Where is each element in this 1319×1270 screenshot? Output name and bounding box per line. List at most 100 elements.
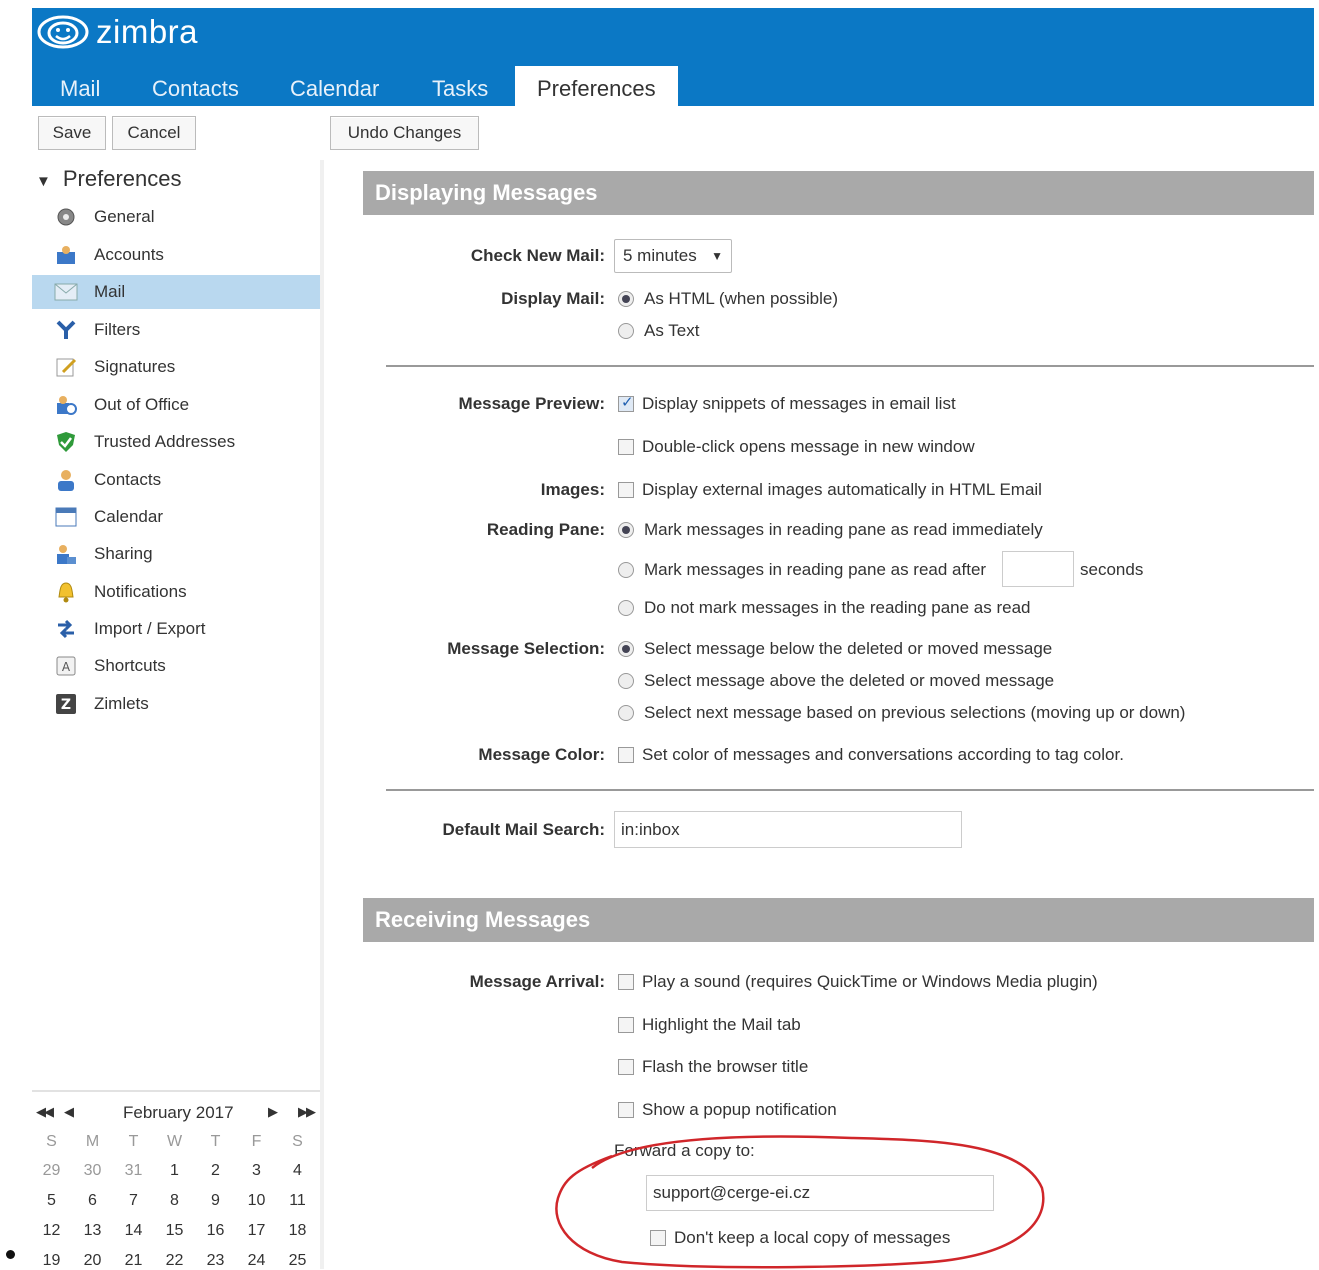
- default-mail-search-input[interactable]: in:inbox: [614, 811, 962, 848]
- undo-changes-button[interactable]: Undo Changes: [330, 116, 479, 150]
- save-button[interactable]: Save: [38, 116, 106, 150]
- sidebar-item-accounts[interactable]: Accounts: [32, 238, 320, 272]
- cancel-button[interactable]: Cancel: [112, 116, 196, 150]
- flash-title-checkbox[interactable]: Flash the browser title: [618, 1057, 808, 1077]
- calendar-day[interactable]: 7: [113, 1192, 154, 1210]
- sidebar-item-general[interactable]: General: [32, 200, 320, 234]
- calendar-day[interactable]: 1: [154, 1162, 195, 1180]
- checkbox-icon[interactable]: [618, 747, 634, 763]
- sidebar-item-mail[interactable]: Mail: [32, 275, 320, 309]
- next-year-icon[interactable]: ▶▶: [298, 1104, 316, 1120]
- next-month-icon[interactable]: ▶: [268, 1104, 278, 1120]
- radio-icon[interactable]: [618, 323, 634, 339]
- calendar-day[interactable]: 8: [154, 1192, 195, 1210]
- prev-year-icon[interactable]: ◀◀: [36, 1104, 54, 1120]
- sidebar-item-signatures[interactable]: Signatures: [32, 350, 320, 384]
- tag-color-checkbox[interactable]: Set color of messages and conversations …: [618, 745, 1124, 765]
- sidebar-item-label: Out of Office: [94, 395, 190, 414]
- sidebar-item-sharing[interactable]: Sharing: [32, 537, 320, 571]
- checkbox-icon[interactable]: [618, 1102, 634, 1118]
- sidebar-item-notifications[interactable]: Notifications: [32, 575, 320, 609]
- radio-selected-icon[interactable]: [618, 522, 634, 538]
- out-of-office-icon: [54, 393, 78, 417]
- collapse-triangle-icon[interactable]: ▼: [36, 173, 51, 190]
- display-text-radio[interactable]: As Text: [618, 321, 699, 341]
- zimbra-logo[interactable]: zimbra: [36, 12, 198, 52]
- radio-selected-icon[interactable]: [618, 641, 634, 657]
- sidebar-item-calendar[interactable]: Calendar: [32, 500, 320, 534]
- radio-icon[interactable]: [618, 673, 634, 689]
- mini-calendar-week: 19 20 21 22 23 24 25: [31, 1252, 318, 1270]
- calendar-day[interactable]: 19: [31, 1252, 72, 1270]
- checkbox-icon[interactable]: [618, 974, 634, 990]
- highlight-mail-tab-checkbox[interactable]: Highlight the Mail tab: [618, 1015, 801, 1035]
- calendar-day[interactable]: 6: [72, 1192, 113, 1210]
- calendar-day[interactable]: 24: [236, 1252, 277, 1270]
- radio-icon[interactable]: [618, 705, 634, 721]
- calendar-day[interactable]: 5: [31, 1192, 72, 1210]
- display-html-radio[interactable]: As HTML (when possible): [618, 289, 838, 309]
- tab-calendar[interactable]: Calendar: [290, 72, 379, 106]
- section-divider: [386, 365, 1314, 367]
- external-images-checkbox[interactable]: Display external images automatically in…: [618, 480, 1042, 500]
- sidebar-item-import-export[interactable]: Import / Export: [32, 612, 320, 646]
- tab-tasks[interactable]: Tasks: [432, 72, 488, 106]
- calendar-day[interactable]: 22: [154, 1252, 195, 1270]
- calendar-day[interactable]: 23: [195, 1252, 236, 1270]
- sidebar-item-zimlets[interactable]: Z Zimlets: [32, 687, 320, 721]
- calendar-day[interactable]: 17: [236, 1222, 277, 1240]
- sidebar-item-shortcuts[interactable]: A Shortcuts: [32, 649, 320, 683]
- calendar-day[interactable]: 13: [72, 1222, 113, 1240]
- radio-icon[interactable]: [618, 562, 634, 578]
- calendar-day[interactable]: 3: [236, 1162, 277, 1180]
- checkbox-icon[interactable]: [618, 482, 634, 498]
- prev-month-icon[interactable]: ◀: [64, 1104, 74, 1120]
- select-below-radio[interactable]: Select message below the deleted or move…: [618, 639, 1052, 659]
- sidebar-item-filters[interactable]: Filters: [32, 313, 320, 347]
- select-above-radio[interactable]: Select message above the deleted or move…: [618, 671, 1054, 691]
- calendar-day[interactable]: 20: [72, 1252, 113, 1270]
- calendar-day[interactable]: 21: [113, 1252, 154, 1270]
- tab-preferences[interactable]: Preferences: [515, 66, 678, 106]
- preferences-tree-header[interactable]: ▼ Preferences: [36, 166, 181, 192]
- checkbox-checked-icon[interactable]: [618, 393, 634, 412]
- checkbox-icon[interactable]: [618, 439, 634, 455]
- sidebar-item-contacts[interactable]: Contacts: [32, 463, 320, 497]
- calendar-day[interactable]: 10: [236, 1192, 277, 1210]
- calendar-day[interactable]: 16: [195, 1222, 236, 1240]
- checkbox-icon[interactable]: [618, 1059, 634, 1075]
- sidebar-item-label: Sharing: [94, 544, 153, 563]
- calendar-day[interactable]: 2: [195, 1162, 236, 1180]
- calendar-day[interactable]: 18: [277, 1222, 318, 1240]
- calendar-day[interactable]: 4: [277, 1162, 318, 1180]
- calendar-day[interactable]: 15: [154, 1222, 195, 1240]
- calendar-day[interactable]: 12: [31, 1222, 72, 1240]
- tab-mail[interactable]: Mail: [60, 72, 100, 106]
- reading-pane-after-radio[interactable]: Mark messages in reading pane as read af…: [618, 560, 986, 580]
- select-next-radio[interactable]: Select next message based on previous se…: [618, 703, 1185, 723]
- radio-icon[interactable]: [618, 600, 634, 616]
- calendar-day[interactable]: 29: [31, 1162, 72, 1180]
- play-sound-checkbox[interactable]: Play a sound (requires QuickTime or Wind…: [618, 972, 1098, 992]
- calendar-day[interactable]: 31: [113, 1162, 154, 1180]
- reading-pane-never-radio[interactable]: Do not mark messages in the reading pane…: [618, 598, 1031, 618]
- double-click-checkbox[interactable]: Double-click opens message in new window: [618, 437, 975, 457]
- reading-pane-seconds-input[interactable]: [1002, 551, 1074, 587]
- checkbox-icon[interactable]: [618, 1017, 634, 1033]
- calendar-day[interactable]: 11: [277, 1192, 318, 1210]
- check-new-mail-select[interactable]: 5 minutes ▼: [614, 239, 732, 273]
- calendar-day[interactable]: 30: [72, 1162, 113, 1180]
- reading-pane-immediate-radio[interactable]: Mark messages in reading pane as read im…: [618, 520, 1043, 540]
- sidebar-item-label: Contacts: [94, 470, 162, 489]
- sidebar-item-trusted-addresses[interactable]: Trusted Addresses: [32, 425, 320, 459]
- pane-resize-handle[interactable]: [320, 160, 324, 1269]
- calendar-day[interactable]: 14: [113, 1222, 154, 1240]
- calendar-day[interactable]: 25: [277, 1252, 318, 1270]
- snippets-checkbox[interactable]: Display snippets of messages in email li…: [618, 393, 956, 414]
- tab-contacts[interactable]: Contacts: [152, 72, 239, 106]
- mini-calendar-month[interactable]: February 2017: [123, 1103, 234, 1123]
- calendar-day[interactable]: 9: [195, 1192, 236, 1210]
- popup-notification-checkbox[interactable]: Show a popup notification: [618, 1100, 837, 1120]
- sidebar-item-out-of-office[interactable]: Out of Office: [32, 388, 320, 422]
- radio-selected-icon[interactable]: [618, 291, 634, 307]
